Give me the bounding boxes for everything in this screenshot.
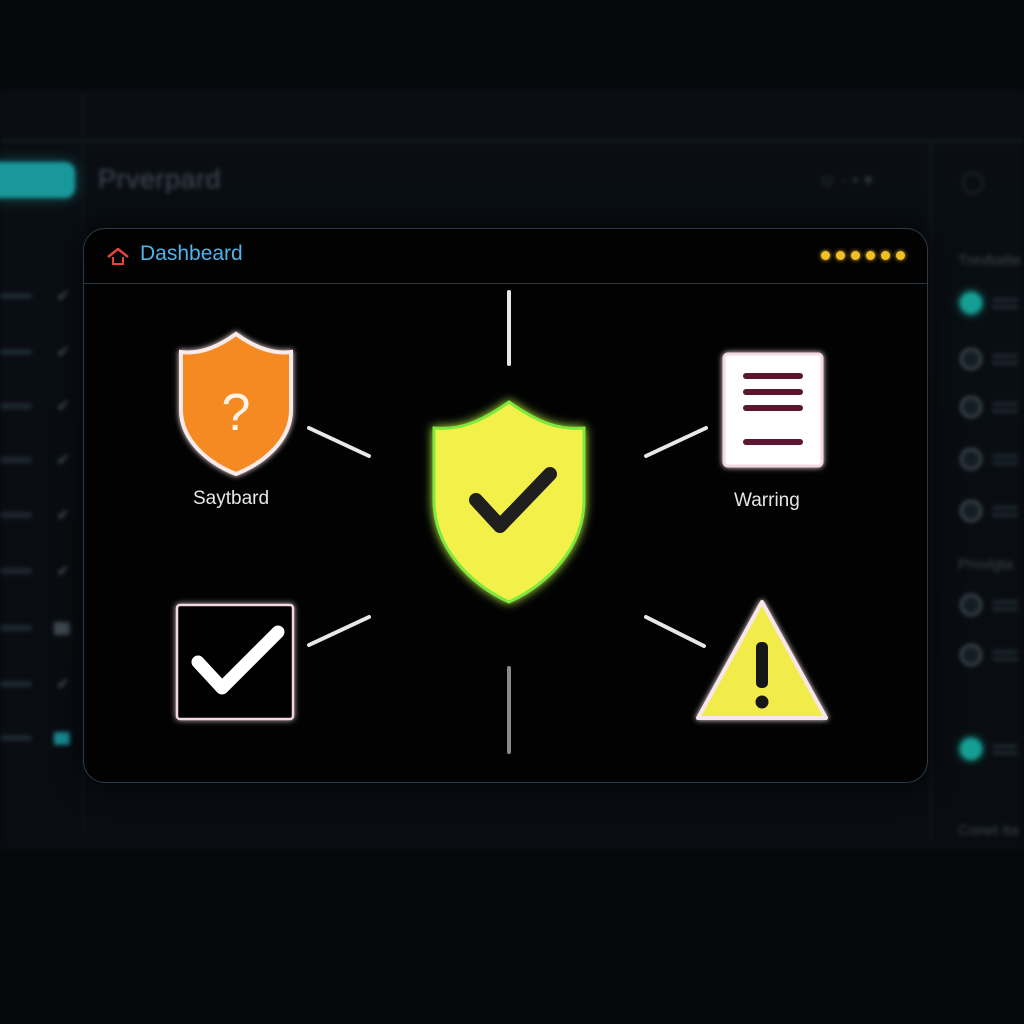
- security-diagram: ?: [175, 290, 828, 754]
- svg-text:?: ?: [222, 384, 251, 442]
- checkbox-checked-icon[interactable]: [175, 603, 295, 721]
- shield-check-icon[interactable]: [432, 400, 586, 604]
- shield-question-icon[interactable]: ?: [179, 331, 293, 477]
- connector-line: [644, 615, 706, 648]
- connector-line: [307, 615, 371, 647]
- document-icon[interactable]: [722, 352, 824, 468]
- warning-triangle-icon[interactable]: [696, 600, 828, 720]
- connector-line: [307, 426, 371, 458]
- node-label-warring: Warring: [734, 490, 800, 511]
- connector-line: [644, 426, 708, 458]
- node-label-saytbard: Saytbard: [193, 488, 270, 509]
